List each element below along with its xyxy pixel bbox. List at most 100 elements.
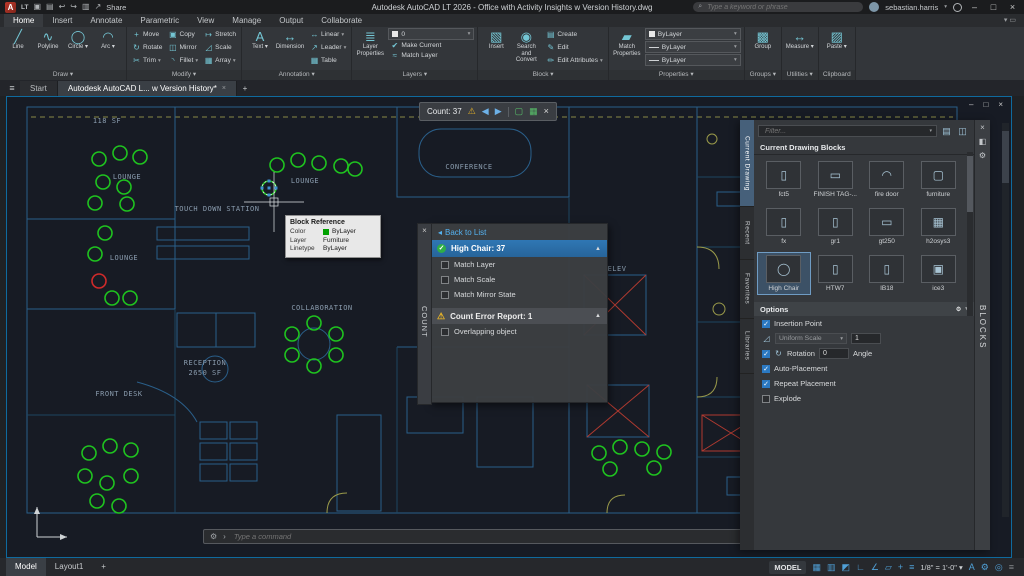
chair-block[interactable] [90,494,104,508]
grid-icon[interactable]: ▦ [812,558,821,576]
collapse-chevron-icon[interactable]: ▲ [595,313,601,319]
chair-block[interactable] [120,197,134,211]
chair-block[interactable] [647,461,661,475]
model-space-button[interactable]: MODEL [769,561,806,574]
check-row-overlapping-object[interactable]: Overlapping object [431,324,607,339]
panel-title-layers[interactable]: Layers ▾ [352,70,477,80]
layout-tab-[interactable]: + [92,558,115,576]
palette-scrollbar-handle[interactable] [967,156,973,212]
chair-block[interactable] [329,327,343,341]
doc-tab-start[interactable]: Start [20,81,58,96]
chair-block[interactable] [133,150,147,164]
count-panel-close-icon[interactable]: × [422,226,427,236]
check-row-match-mirror-state[interactable]: Match Mirror State [431,287,607,302]
next-icon[interactable]: ▶ [495,103,502,120]
isolate-icon[interactable]: ◎ [995,558,1003,576]
block-cell-htw7[interactable]: ▯HTW7 [810,253,862,294]
scrollbar-handle[interactable] [1002,131,1009,183]
annotation-icon[interactable]: A [969,558,975,576]
new-doc-tab-button[interactable]: + [237,81,253,96]
button-insert[interactable]: ▧Insert [481,28,511,64]
uniform-scale-combo[interactable]: Uniform Scale▾ [775,333,847,344]
grip-handle[interactable] [275,187,278,190]
block-cell-gr1[interactable]: ▯gr1 [810,206,862,247]
avatar[interactable] [869,2,879,12]
grip-handle[interactable] [268,180,271,183]
palette-tab-current-drawing[interactable]: Current Drawing [740,120,754,207]
block-cell-ice3[interactable]: ▣ice3 [913,253,965,294]
notification-bell-icon[interactable] [953,3,962,12]
button-mirror[interactable]: ◫Mirror [166,41,200,54]
chair-block[interactable] [88,247,102,261]
prev-icon[interactable]: ◀ [482,103,489,120]
chair-block[interactable] [96,175,110,189]
command-input[interactable] [232,531,812,542]
layout-tab-layout1[interactable]: Layout1 [46,558,92,576]
grip-handle[interactable] [268,194,271,197]
checkbox[interactable] [762,395,770,403]
property-combo-2[interactable]: ByLayer▾ [645,54,741,66]
view-options-icon[interactable]: ◫ [956,126,969,137]
user-name[interactable]: sebastian.harris [885,3,938,12]
button-linear[interactable]: ↔Linear▾ [308,28,348,41]
keyword-search[interactable]: ⌕ [693,2,863,12]
block-cell-furniture[interactable]: ▢furniture [913,159,965,200]
chair-block[interactable] [113,146,127,160]
button-arc[interactable]: ◠Arc ▾ [93,28,123,51]
button-measure[interactable]: ↔Measure ▾ [785,28,815,51]
checkbox[interactable]: ✓ [762,380,770,388]
chair-block[interactable] [603,462,617,476]
maximize-button[interactable]: □ [987,0,1000,14]
doc-minimize-icon[interactable]: – [969,100,973,109]
button-layer-properties[interactable]: ≣Layer Properties [355,28,385,57]
property-combo-1[interactable]: ByLayer▾ [645,41,741,53]
doc-tab-menu-icon[interactable]: ≡ [4,80,20,96]
option-insertion-point[interactable]: ✓Insertion Point [754,316,974,331]
button-paste[interactable]: ▨Paste ▾ [822,28,852,51]
customize-icon[interactable]: ≡ [1009,558,1014,576]
palette-tab-libraries[interactable]: Libraries [740,319,754,374]
checkbox[interactable] [441,261,449,269]
collapse-chevron-icon[interactable]: ▲ [595,246,601,252]
chair-block[interactable] [103,439,117,453]
block-cell-high-chair[interactable]: ◯High Chair [758,253,810,294]
doc-tab-close-icon[interactable]: × [222,81,226,96]
chair-block[interactable] [635,442,649,456]
command-customize-icon[interactable]: ⚙ [210,532,217,541]
palette-autohide-icon[interactable]: ◧ [979,137,987,146]
palette-tab-recent[interactable]: Recent [740,207,754,260]
chair-block[interactable] [123,291,137,305]
scale-input[interactable] [851,333,881,344]
chair-block[interactable] [124,443,138,457]
layer-combo[interactable]: 0▾ [388,28,474,40]
search-input[interactable] [705,3,858,12]
checkbox[interactable] [441,328,449,336]
chair-block[interactable] [98,226,112,240]
chair-block[interactable] [117,180,131,194]
option-repeat-placement[interactable]: ✓Repeat Placement [754,376,974,391]
button-move[interactable]: +Move [130,28,164,41]
doc-restore-icon[interactable]: □ [983,100,988,109]
checkbox[interactable]: ✓ [762,350,770,358]
save-icon[interactable]: ▣ [33,0,41,14]
chair-block-error[interactable] [92,274,106,288]
button-fillet[interactable]: ◝Fillet▾ [166,54,200,67]
canvas-vertical-scrollbar[interactable] [1002,123,1009,517]
osnap-icon[interactable]: ▱ [885,558,892,576]
button-edit[interactable]: ✎Edit [544,41,604,54]
chair-block[interactable] [112,499,126,513]
workspace-icon[interactable]: ⚙ [981,558,989,576]
warning-icon[interactable]: ⚠ [468,103,476,120]
option-rotation[interactable]: ✓↻RotationAngle [754,346,974,361]
chair-block[interactable] [329,348,343,362]
close-icon[interactable]: × [544,103,549,120]
layout-tab-model[interactable]: Model [6,558,46,576]
infer-icon[interactable]: ◩ [841,558,850,576]
count-item-header[interactable]: ✓ High Chair: 37 ▲ [431,240,607,257]
ribbon-tab-annotate[interactable]: Annotate [81,14,131,27]
button-table[interactable]: ▦Table [308,54,348,67]
button-create[interactable]: ▤Create [544,28,604,41]
snap-icon[interactable]: ▥ [827,558,836,576]
options-header[interactable]: Options ⚙ ▾ [754,302,974,316]
chair-block[interactable] [92,152,106,166]
